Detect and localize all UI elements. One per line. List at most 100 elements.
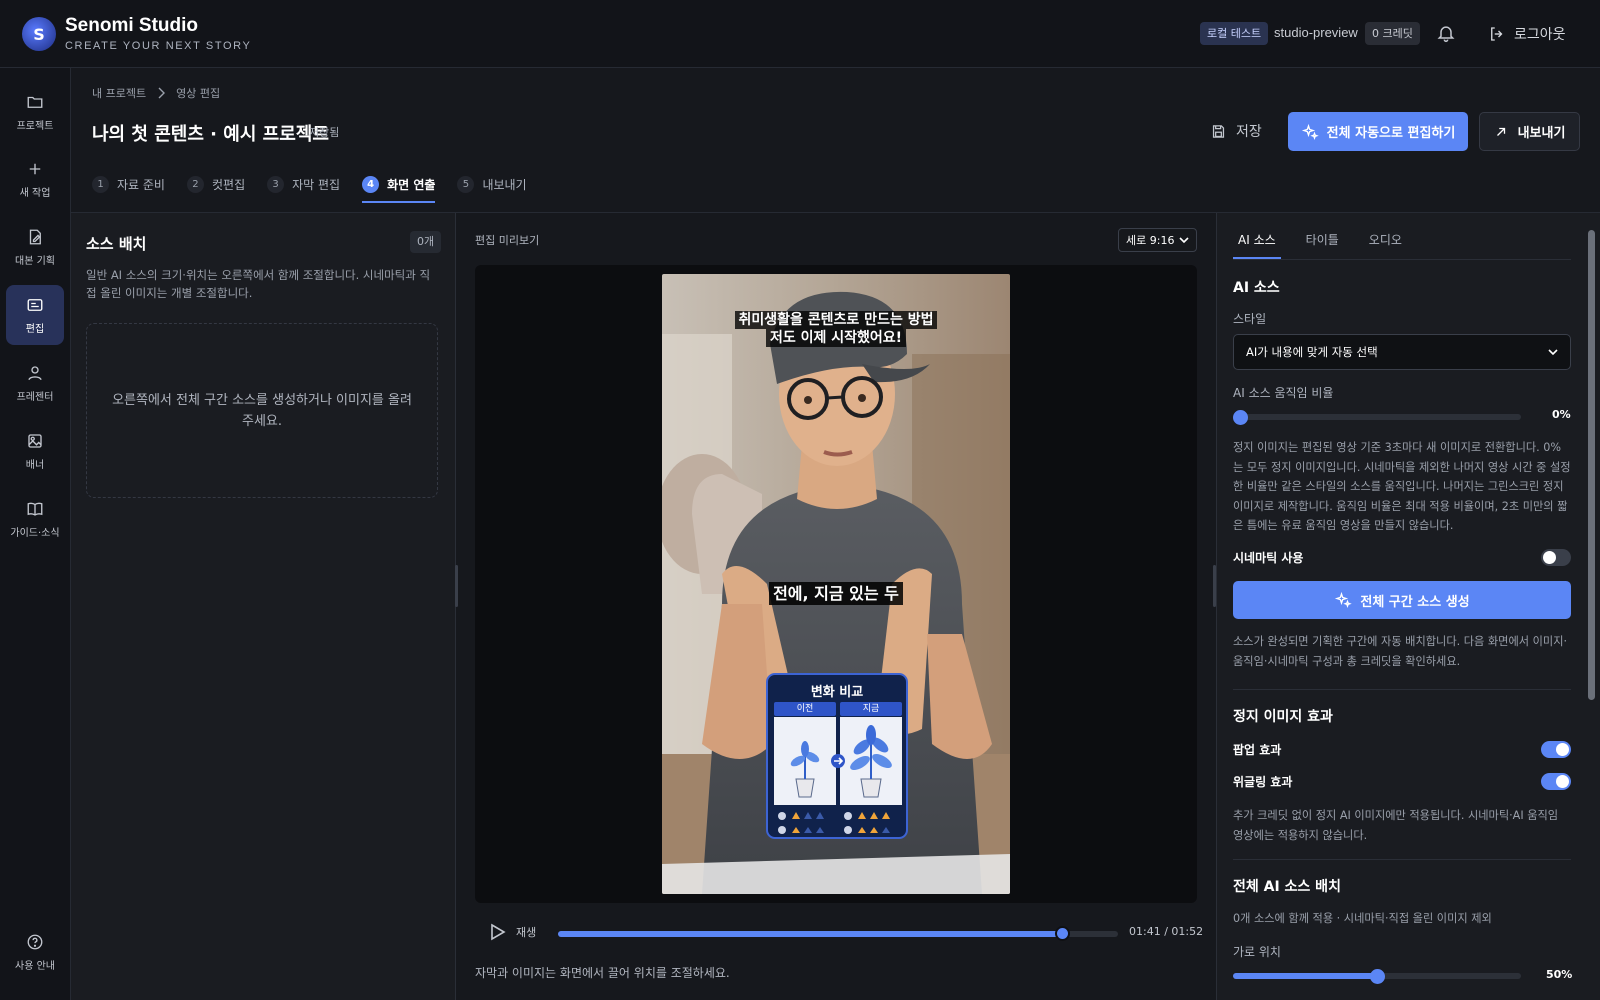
popup-effect-label: 팝업 효과 <box>1233 743 1282 757</box>
auto-edit-button[interactable]: 전체 자동으로 편집하기 <box>1288 112 1468 151</box>
person-icon <box>28 365 42 380</box>
tab-title[interactable]: 타이틀 <box>1301 220 1344 259</box>
project-title: 나의 첫 콘텐츠 · 예시 프로젝트 <box>92 124 329 145</box>
generate-description: 소스가 완성되면 기획한 구간에 자동 배치합니다. 다음 화면에서 이미지·움… <box>1233 635 1568 668</box>
horizontal-position-knob[interactable] <box>1370 969 1385 984</box>
save-button[interactable]: 저장 <box>1210 116 1262 146</box>
panel-description: 일반 AI 소스의 크기·위치는 오른쪽에서 함께 조절합니다. 시네마틱과 직… <box>86 268 431 300</box>
chevron-down-icon <box>1548 349 1558 356</box>
sidebar-item-label: 배너 <box>25 459 45 471</box>
sidebar-item-label: 프레젠터 <box>16 391 54 403</box>
generate-sources-button[interactable]: 전체 구간 소스 생성 <box>1233 581 1571 619</box>
top-bar <box>0 0 1600 68</box>
layout-description: 0개 소스에 함께 적용 · 시네마틱·직접 올린 이미지 제외 <box>1233 912 1492 925</box>
popup-effect-toggle[interactable] <box>1541 741 1571 758</box>
compare-card-overlay[interactable]: 변화 비교 이전 지금 <box>766 673 908 839</box>
subtitle-middle[interactable]: 전에, 지금 있는 두 <box>662 580 1010 605</box>
timeline-progress <box>558 931 1062 937</box>
save-status: 저장됨 <box>309 126 340 139</box>
tab-divider <box>1233 259 1571 260</box>
compare-card-icons <box>778 812 890 834</box>
motion-ratio-slider[interactable] <box>1233 414 1521 420</box>
tab-step-1[interactable]: 1 자료 준비 <box>92 168 165 200</box>
tab-ai-source[interactable]: AI 소스 <box>1233 220 1281 259</box>
breadcrumb: 내 프로젝트 영상 편집 <box>92 85 220 101</box>
source-dropzone[interactable]: 오른쪽에서 전체 구간 소스를 생성하거나 이미지를 올려주세요. <box>86 323 438 498</box>
sidebar: 프로젝트 새 작업 대본 기획 편집 프레젠터 배너 가이드·소식 사용 안내 <box>0 68 71 1000</box>
image-icon <box>28 433 42 448</box>
sidebar-item-edit[interactable]: 편집 <box>6 285 64 345</box>
aspect-ratio-select[interactable]: 세로 9:16 <box>1118 228 1197 252</box>
logo-letter: S <box>33 24 45 44</box>
sidebar-item-banner[interactable]: 배너 <box>6 421 64 481</box>
logout-button[interactable]: 로그아웃 <box>1488 22 1566 46</box>
section-divider <box>1233 859 1571 860</box>
timeline-scrubber[interactable] <box>1055 926 1070 941</box>
sidebar-item-presenter[interactable]: 프레젠터 <box>6 353 64 413</box>
app-logo[interactable]: S <box>22 17 56 51</box>
wiggle-effect-toggle[interactable] <box>1541 773 1571 790</box>
plant-compare-illustration <box>774 717 902 805</box>
credit-badge: 0 크레딧 <box>1365 22 1420 45</box>
source-count-badge: 0개 <box>410 231 442 253</box>
tab-step-2[interactable]: 2 컷편집 <box>186 168 245 200</box>
cinematic-toggle[interactable] <box>1541 549 1571 566</box>
style-select[interactable]: AI가 내용에 맞게 자동 선택 <box>1233 334 1571 370</box>
step-label: 화면 연출 <box>387 177 436 192</box>
subtitle-top[interactable]: 취미생활을 콘텐츠로 만드는 방법 저도 이제 시작했어요! <box>662 311 1010 347</box>
edit-document-icon <box>29 229 41 244</box>
bell-icon[interactable] <box>1436 22 1456 44</box>
sidebar-item-script[interactable]: 대본 기획 <box>6 217 64 277</box>
save-label: 저장 <box>1236 124 1262 140</box>
ai-source-heading: AI 소스 <box>1233 280 1280 296</box>
still-effects-heading: 정지 이미지 효과 <box>1233 709 1333 725</box>
sidebar-item-label: 프로젝트 <box>16 120 54 132</box>
step-number: 1 <box>92 175 109 193</box>
export-button[interactable]: 내보내기 <box>1479 112 1580 151</box>
editor-icon <box>27 298 43 311</box>
settings-scrollbar[interactable] <box>1588 230 1595 700</box>
play-label: 재생 <box>516 926 537 939</box>
motion-ratio-description: 정지 이미지는 편집된 영상 기준 3초마다 새 이미지로 전환합니다. 0%는… <box>1233 441 1571 532</box>
auto-edit-label: 전체 자동으로 편집하기 <box>1326 126 1456 141</box>
sidebar-item-help[interactable]: 사용 안내 <box>6 922 64 982</box>
subtitle-top-line-2: 저도 이제 시작했어요! <box>765 329 907 347</box>
sidebar-item-new-task[interactable]: 새 작업 <box>6 149 64 209</box>
tab-audio[interactable]: 오디오 <box>1364 220 1407 259</box>
tab-step-4[interactable]: 4 화면 연출 <box>362 168 436 203</box>
export-label: 내보내기 <box>1517 126 1566 141</box>
play-button[interactable]: 재생 <box>490 923 536 941</box>
resize-handle-left[interactable] <box>455 565 458 607</box>
compare-before-label: 이전 <box>774 702 836 716</box>
play-icon <box>491 923 506 941</box>
tab-step-3[interactable]: 3 자막 편집 <box>267 168 340 200</box>
sidebar-item-guide[interactable]: 가이드·소식 <box>6 489 64 549</box>
compare-card-title: 변화 비교 <box>810 685 864 700</box>
sidebar-item-projects[interactable]: 프로젝트 <box>6 82 64 142</box>
folder-icon <box>27 96 43 108</box>
layout-heading: 전체 AI 소스 배치 <box>1233 879 1341 895</box>
logout-label: 로그아웃 <box>1514 27 1566 43</box>
breadcrumb-current: 영상 편집 <box>176 87 221 100</box>
subtitle-top-line-1: 취미생활을 콘텐츠로 만드는 방법 <box>734 311 938 329</box>
subtitle-middle-text: 전에, 지금 있는 두 <box>769 582 903 605</box>
save-icon <box>1212 124 1225 138</box>
help-icon <box>27 934 43 949</box>
sidebar-item-label: 사용 안내 <box>15 960 55 972</box>
logout-icon <box>1491 27 1503 41</box>
panel-title: 소스 배치 <box>86 235 147 253</box>
compare-after-label: 지금 <box>840 702 902 716</box>
local-test-badge: 로컬 테스트 <box>1200 22 1269 45</box>
sidebar-item-label: 새 작업 <box>19 187 51 199</box>
chevron-right-icon <box>158 87 166 99</box>
horizontal-position-value: 50% <box>1546 968 1573 981</box>
breadcrumb-root[interactable]: 내 프로젝트 <box>92 85 146 101</box>
step-number: 5 <box>457 175 475 193</box>
motion-ratio-knob[interactable] <box>1233 410 1248 425</box>
tab-step-5[interactable]: 5 내보내기 <box>457 168 527 200</box>
step-tabs: 1 자료 준비 2 컷편집 3 자막 편집 4 화면 연출 5 내보내기 <box>92 168 527 203</box>
sparkle-icon <box>1335 591 1353 608</box>
app-title: Senomi Studio <box>65 15 198 36</box>
dropzone-text: 오른쪽에서 전체 구간 소스를 생성하거나 이미지를 올려주세요. <box>112 392 412 429</box>
wiggle-effect-label: 위글링 효과 <box>1233 775 1293 789</box>
